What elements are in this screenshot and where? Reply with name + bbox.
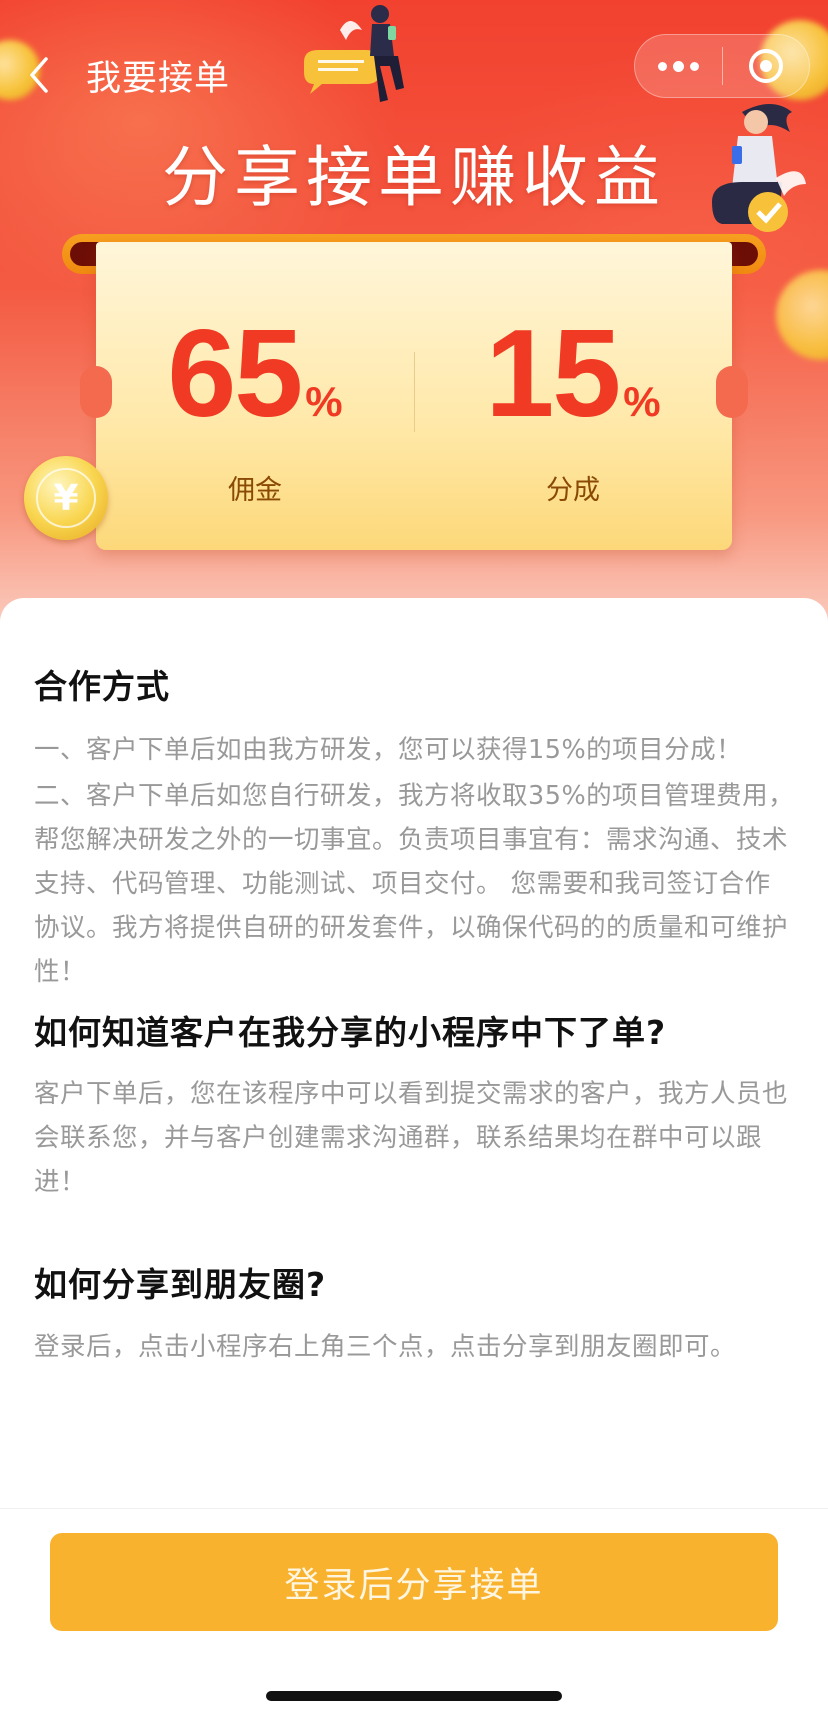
more-dots-icon <box>658 61 667 71</box>
hero-banner: 我要接单 分享接单赚收益 65% 佣金 15% 分成 ¥ <box>0 0 828 640</box>
nav-title: 我要接单 <box>86 59 231 99</box>
cooperation-paragraph-2: 二、客户下单后如您自行研发，我方将收取35%的项目管理费用，帮您解决研发之外的一… <box>34 781 795 987</box>
more-button[interactable] <box>635 34 722 98</box>
share-value: 15 <box>485 305 621 443</box>
back-button[interactable] <box>28 56 60 96</box>
share-unit: % <box>623 378 661 425</box>
content-panel: 合作方式 一、客户下单后如由我方研发，您可以获得15%的项目分成！ 二、客户下单… <box>0 598 828 1508</box>
order-notice-paragraph: 客户下单后，您在该程序中可以看到提交需求的客户，我方人员也会联系您，并与客户创建… <box>34 1079 789 1197</box>
cooperation-paragraph-1: 一、客户下单后如由我方研发，您可以获得15%的项目分成！ <box>34 735 743 765</box>
share-label: 分成 <box>546 475 600 506</box>
chevron-left-icon <box>30 57 48 93</box>
hero-title: 分享接单赚收益 <box>162 139 666 216</box>
commission-stat: 65% 佣金 <box>96 312 414 507</box>
more-dots-icon <box>690 61 699 71</box>
commission-value: 65 <box>167 305 303 443</box>
reward-card: 65% 佣金 15% 分成 <box>80 242 748 550</box>
blurred-coin-decoration <box>776 270 828 360</box>
page: 我要接单 分享接单赚收益 65% 佣金 15% 分成 ¥ 合作方式 一、客户下单… <box>0 0 828 1719</box>
commission-unit: % <box>305 378 343 425</box>
share-stat: 15% 分成 <box>414 312 732 507</box>
section-title-cooperation: 合作方式 <box>34 667 170 706</box>
mini-program-capsule <box>634 34 810 98</box>
close-mini-program-button[interactable] <box>723 34 809 98</box>
home-indicator <box>266 1691 562 1701</box>
yen-coin-icon: ¥ <box>24 456 108 540</box>
login-share-button[interactable]: 登录后分享接单 <box>50 1533 778 1631</box>
more-dots-icon <box>673 60 684 72</box>
commission-label: 佣金 <box>228 475 282 506</box>
section-title-order-notice: 如何知道客户在我分享的小程序中下了单? <box>34 1013 667 1052</box>
moments-paragraph: 登录后，点击小程序右上角三个点，点击分享到朋友圈即可。 <box>34 1332 737 1362</box>
section-title-moments: 如何分享到朋友圈? <box>34 1265 327 1304</box>
target-icon <box>748 49 783 83</box>
illustration-girl-with-bubble <box>304 5 404 102</box>
bottom-action-bar: 登录后分享接单 <box>0 1508 828 1719</box>
